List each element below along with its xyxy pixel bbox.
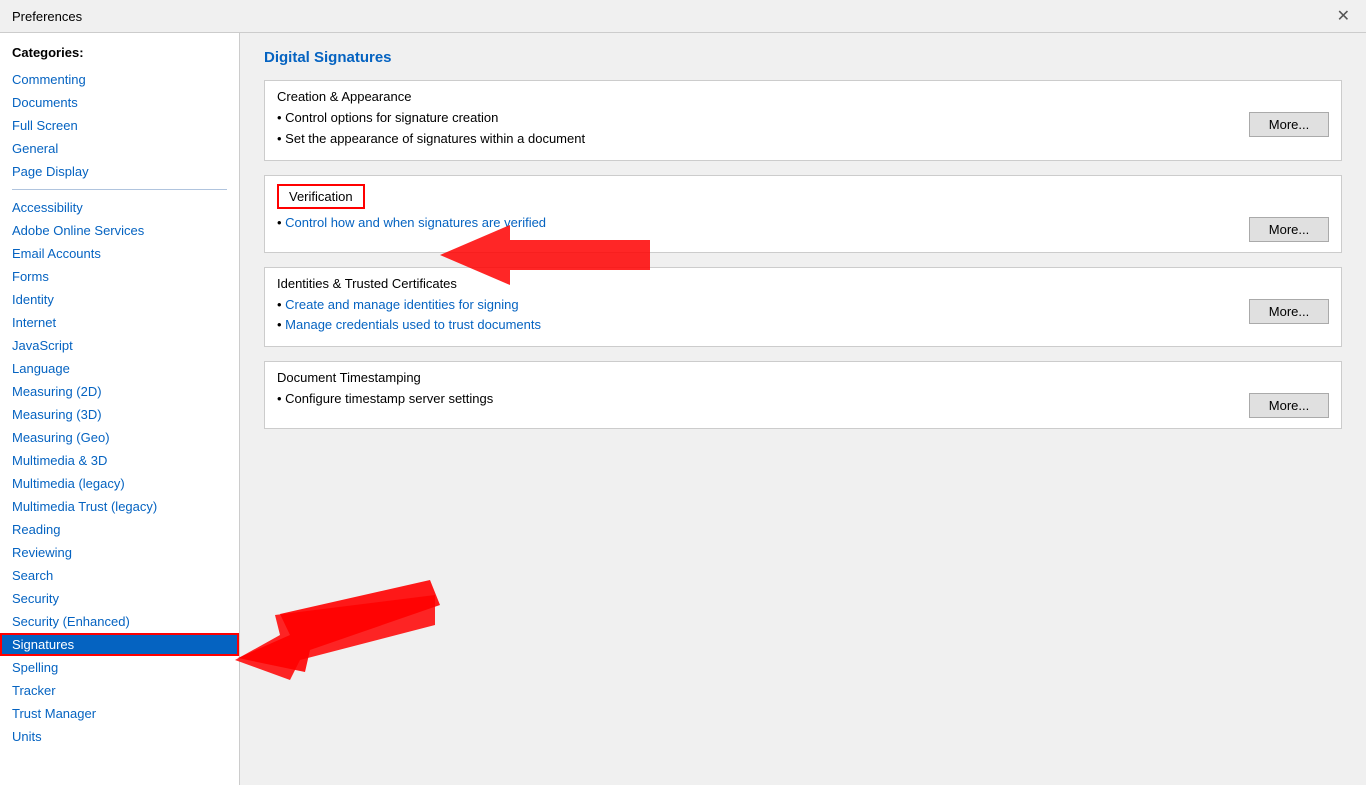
section-timestamping-header: Document Timestamping (265, 362, 1341, 389)
sidebar-item-units[interactable]: Units (0, 725, 239, 748)
sidebar-item-security[interactable]: Security (0, 587, 239, 610)
sidebar-item-adobe-online-services[interactable]: Adobe Online Services (0, 219, 239, 242)
identities-bullet-link-2: Manage credentials used to trust documen… (285, 317, 541, 332)
creation-bullet-2: • Set the appearance of signatures withi… (277, 129, 1233, 150)
sidebar-item-forms[interactable]: Forms (0, 265, 239, 288)
sidebar-item-accessibility[interactable]: Accessibility (0, 196, 239, 219)
section-timestamping: Document Timestamping • Configure timest… (264, 361, 1342, 429)
categories-label: Categories: (0, 41, 239, 68)
sidebar-item-trust-manager[interactable]: Trust Manager (0, 702, 239, 725)
timestamping-bullet-1: • Configure timestamp server settings (277, 389, 1233, 410)
sidebar-item-multimedia-legacy[interactable]: Multimedia (legacy) (0, 472, 239, 495)
sidebar-item-javascript[interactable]: JavaScript (0, 334, 239, 357)
sidebar-item-documents[interactable]: Documents (0, 91, 239, 114)
verification-header: Verification (277, 184, 365, 209)
identities-bullet-2: • Manage credentials used to trust docum… (277, 315, 1233, 336)
verification-text: • Control how and when signatures are ve… (277, 213, 1233, 234)
verification-header-wrapper: Verification (265, 176, 1341, 213)
section-identities-header: Identities & Trusted Certificates (265, 268, 1341, 295)
dialog-title: Preferences (12, 9, 82, 24)
sidebar-item-measuring-2d[interactable]: Measuring (2D) (0, 380, 239, 403)
section-creation-text: • Control options for signature creation… (277, 108, 1233, 150)
identities-bullet-1: • Create and manage identities for signi… (277, 295, 1233, 316)
sidebar-item-commenting[interactable]: Commenting (0, 68, 239, 91)
verification-bullet-1: • Control how and when signatures are ve… (277, 213, 1233, 234)
section-timestamping-content: • Configure timestamp server settings Mo… (265, 389, 1341, 428)
sidebar-item-search[interactable]: Search (0, 564, 239, 587)
title-bar: Preferences ✕ (0, 0, 1366, 33)
sidebar-item-identity[interactable]: Identity (0, 288, 239, 311)
sidebar-item-multimedia-3d[interactable]: Multimedia & 3D (0, 449, 239, 472)
timestamping-text: • Configure timestamp server settings (277, 389, 1233, 410)
sidebar-item-general[interactable]: General (0, 137, 239, 160)
sidebar-item-measuring-3d[interactable]: Measuring (3D) (0, 403, 239, 426)
sidebar-item-internet[interactable]: Internet (0, 311, 239, 334)
page-title: Digital Signatures (264, 49, 1342, 66)
creation-bullet-1: • Control options for signature creation (277, 108, 1233, 129)
sidebar-item-reading[interactable]: Reading (0, 518, 239, 541)
sidebar-item-reviewing[interactable]: Reviewing (0, 541, 239, 564)
sidebar-item-security-enhanced[interactable]: Security (Enhanced) (0, 610, 239, 633)
section-creation-header: Creation & Appearance (265, 81, 1341, 108)
sidebar-item-spelling[interactable]: Spelling (0, 656, 239, 679)
section-creation-content: • Control options for signature creation… (265, 108, 1341, 160)
verification-bullet-link: Control how and when signatures are veri… (285, 215, 546, 230)
sidebar-divider (12, 189, 227, 190)
sidebar-item-signatures[interactable]: Signatures (0, 633, 239, 656)
dialog-body: Categories: Commenting Documents Full Sc… (0, 33, 1366, 785)
identities-bullet-link-1: Create and manage identities for signing (285, 297, 518, 312)
section-verification: Verification • Control how and when sign… (264, 175, 1342, 253)
verification-more-button[interactable]: More... (1249, 217, 1329, 242)
close-button[interactable]: ✕ (1333, 6, 1354, 26)
section-creation-appearance: Creation & Appearance • Control options … (264, 80, 1342, 161)
sidebar-item-measuring-geo[interactable]: Measuring (Geo) (0, 426, 239, 449)
creation-more-button[interactable]: More... (1249, 112, 1329, 137)
sidebar-item-page-display[interactable]: Page Display (0, 160, 239, 183)
section-verification-content: • Control how and when signatures are ve… (265, 213, 1341, 252)
main-content: Digital Signatures Creation & Appearance… (240, 33, 1366, 785)
categories-sidebar: Categories: Commenting Documents Full Sc… (0, 33, 240, 785)
sidebar-item-email-accounts[interactable]: Email Accounts (0, 242, 239, 265)
identities-text: • Create and manage identities for signi… (277, 295, 1233, 337)
timestamping-more-button[interactable]: More... (1249, 393, 1329, 418)
sidebar-item-multimedia-trust-legacy[interactable]: Multimedia Trust (legacy) (0, 495, 239, 518)
sidebar-item-tracker[interactable]: Tracker (0, 679, 239, 702)
sidebar-item-full-screen[interactable]: Full Screen (0, 114, 239, 137)
section-identities-content: • Create and manage identities for signi… (265, 295, 1341, 347)
sidebar-item-language[interactable]: Language (0, 357, 239, 380)
section-identities: Identities & Trusted Certificates • Crea… (264, 267, 1342, 348)
identities-more-button[interactable]: More... (1249, 299, 1329, 324)
